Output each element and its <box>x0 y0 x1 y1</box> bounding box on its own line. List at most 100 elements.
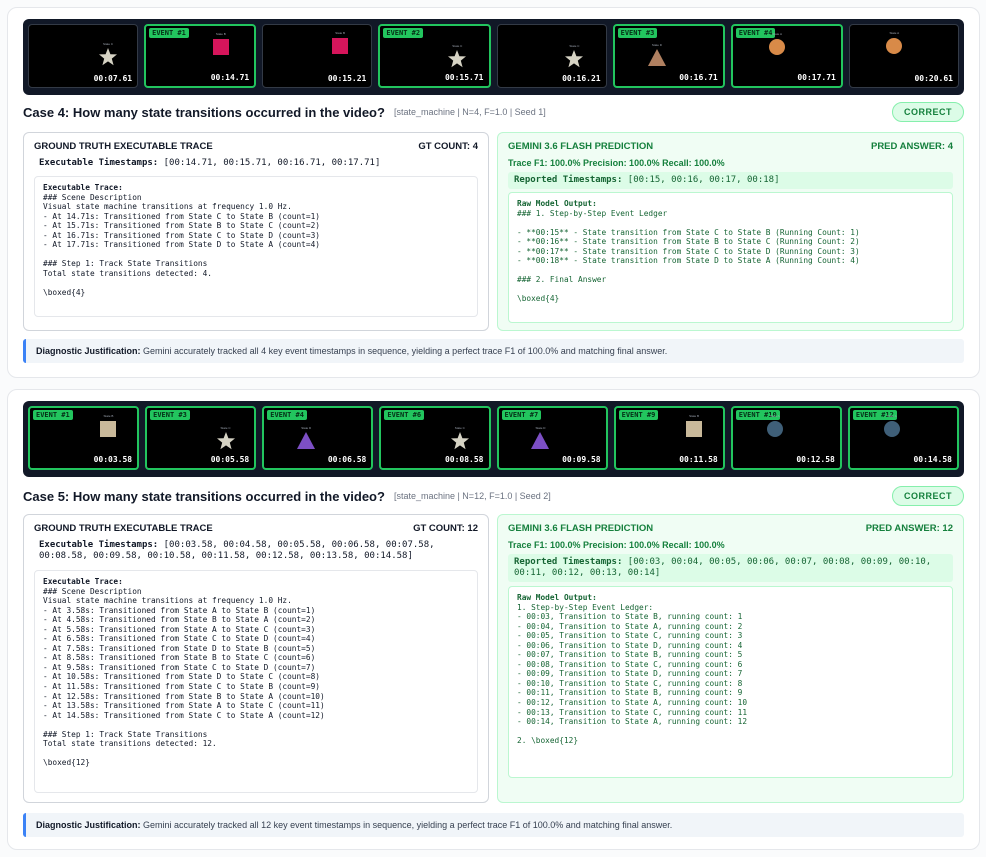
case-meta: [state_machine | N=12, F=1.0 | Seed 2] <box>393 491 551 501</box>
state-shape: State C <box>96 42 120 68</box>
model-output-box: Raw Model Output: ### 1. Step-by-Step Eve… <box>508 192 953 323</box>
frame-timestamp: 00:03.58 <box>93 455 133 464</box>
state-shape: State A <box>765 32 789 58</box>
gt-trace-heading: Executable Trace: <box>43 577 123 586</box>
case-header: Case 5: How many state transitions occur… <box>23 486 964 506</box>
model-output-text: ### 1. Step-by-Step Event Ledger - **00:… <box>517 208 860 304</box>
state-shape: State B <box>209 32 233 58</box>
gt-panel-header: GROUND TRUTH EXECUTABLE TRACE GT COUNT: … <box>34 523 478 534</box>
reported-timestamps: Reported Timestamps: [00:15, 00:16, 00:1… <box>508 172 953 189</box>
state-shape: State C <box>448 426 472 452</box>
star-icon <box>565 49 584 67</box>
gt-timestamps: Executable Timestamps: [00:14.71, 00:15.… <box>39 158 381 168</box>
circle-icon <box>886 38 903 55</box>
state-shape: State D <box>294 426 318 452</box>
event-badge: EVENT #4 <box>267 410 307 420</box>
gt-trace-heading: Executable Trace: <box>43 183 123 192</box>
gt-trace-box: Executable Trace: ### Scene Description V… <box>34 176 478 317</box>
frame-timestamp: 00:20.61 <box>914 74 953 83</box>
case-card: EVENT #1 State B 00:03.58 EVENT #3 State C 00… <box>7 389 980 850</box>
video-frame: EVENT #1 State B 00:14.71 <box>144 24 257 88</box>
video-frame: EVENT #7 State D 00:09.58 <box>496 406 608 470</box>
frame-timestamp: 00:08.58 <box>444 455 484 464</box>
square-icon <box>332 38 349 55</box>
state-shape: State C <box>214 426 238 452</box>
video-frame: EVENT #9 State B 00:11.58 <box>613 406 725 470</box>
video-frame: State B 00:15.21 <box>262 24 373 88</box>
triangle-icon <box>297 432 316 449</box>
pred-answer: PRED ANSWER: 12 <box>865 523 953 534</box>
frame-timestamp: 00:15.71 <box>444 73 484 82</box>
gt-timestamps: Executable Timestamps: [00:03.58, 00:04.… <box>39 540 435 561</box>
state-shape: State A <box>880 414 904 440</box>
ground-truth-panel: GROUND TRUTH EXECUTABLE TRACE GT COUNT: … <box>23 132 489 331</box>
video-frame: EVENT #10 State A 00:12.58 <box>730 406 842 470</box>
state-shape: State B <box>96 414 120 440</box>
model-output-heading: Raw Model Output: <box>517 199 597 208</box>
frame-timestamp: 00:16.71 <box>679 73 718 82</box>
frame-strip: State C 00:07.61 EVENT #1 State B 00:14.71 St… <box>23 19 964 95</box>
star-icon <box>99 48 118 66</box>
gt-trace-text: ### Scene Description Visual state machi… <box>43 586 325 768</box>
video-frame: State A 00:20.61 <box>848 24 959 88</box>
verdict-badge: CORRECT <box>892 486 964 506</box>
video-frame: State C 00:16.21 <box>496 24 607 88</box>
gt-trace-box: Executable Trace: ### Scene Description V… <box>34 570 478 793</box>
pred-answer: PRED ANSWER: 4 <box>870 141 953 152</box>
event-badge: EVENT #1 <box>33 410 73 420</box>
frame-timestamp: 00:12.58 <box>796 455 835 464</box>
prediction-panel: GEMINI 3.6 FLASH PREDICTION PRED ANSWER:… <box>497 132 964 331</box>
model-output-heading: Raw Model Output: <box>517 593 597 602</box>
event-badge: EVENT #9 <box>618 410 659 420</box>
event-badge: EVENT #3 <box>617 28 658 38</box>
triangle-icon <box>531 432 550 449</box>
video-frame: EVENT #3 State C 00:05.58 <box>145 406 257 470</box>
prediction-panel: GEMINI 3.6 FLASH PREDICTION PRED ANSWER:… <box>497 514 964 803</box>
video-frame: EVENT #12 State A 00:14.58 <box>847 406 959 470</box>
state-shape: State B <box>328 31 352 57</box>
circle-icon <box>769 39 786 55</box>
pred-heading: GEMINI 3.6 FLASH PREDICTION <box>508 523 654 534</box>
gt-panel-header: GROUND TRUTH EXECUTABLE TRACE GT COUNT: … <box>34 141 478 152</box>
star-icon <box>448 50 467 68</box>
event-badge: EVENT #3 <box>150 410 190 420</box>
frame-timestamp: 00:09.58 <box>562 455 601 464</box>
case-meta: [state_machine | N=4, F=1.0 | Seed 1] <box>393 107 546 117</box>
video-frame: EVENT #3 State D 00:16.71 <box>612 24 725 88</box>
state-shape: State D <box>645 43 669 69</box>
gt-count: GT COUNT: 12 <box>413 523 478 534</box>
triangle-icon <box>647 48 666 66</box>
reported-timestamps: Reported Timestamps: [00:03, 00:04, 00:0… <box>508 554 953 582</box>
frame-timestamp: 00:05.58 <box>210 455 250 464</box>
state-shape: State A <box>882 31 906 57</box>
verdict-badge: CORRECT <box>892 102 964 122</box>
frame-timestamp: 00:14.58 <box>913 455 952 464</box>
gt-heading: GROUND TRUTH EXECUTABLE TRACE <box>34 141 213 152</box>
model-output-box: Raw Model Output: 1. Step-by-Step Event L… <box>508 586 953 778</box>
star-icon <box>216 432 235 450</box>
state-shape: State C <box>445 44 469 70</box>
pred-metrics: Trace F1: 100.0% Precision: 100.0% Recal… <box>508 540 725 550</box>
ground-truth-panel: GROUND TRUTH EXECUTABLE TRACE GT COUNT: … <box>23 514 489 803</box>
diagnostic-justification: Diagnostic Justification: Gemini accurat… <box>23 813 964 837</box>
case-title: Case 4: How many state transitions occur… <box>23 104 385 120</box>
state-shape: State C <box>562 44 586 70</box>
event-badge: EVENT #2 <box>383 28 424 38</box>
frame-timestamp: 00:07.61 <box>93 74 133 83</box>
state-shape: State D <box>528 426 552 452</box>
event-badge: EVENT #6 <box>384 410 425 420</box>
square-icon <box>100 421 117 437</box>
square-icon <box>686 421 703 437</box>
pred-heading: GEMINI 3.6 FLASH PREDICTION <box>508 141 654 152</box>
frame-timestamp: 00:15.21 <box>327 74 367 83</box>
case-header: Case 4: How many state transitions occur… <box>23 102 964 122</box>
frame-timestamp: 00:06.58 <box>327 455 367 464</box>
pred-metrics: Trace F1: 100.0% Precision: 100.0% Recal… <box>508 158 725 168</box>
diagnostic-justification: Diagnostic Justification: Gemini accurat… <box>23 339 964 363</box>
star-icon <box>450 432 469 450</box>
case-title: Case 5: How many state transitions occur… <box>23 488 385 504</box>
gt-heading: GROUND TRUTH EXECUTABLE TRACE <box>34 523 213 534</box>
gt-trace-text: ### Scene Description Visual state machi… <box>43 192 320 298</box>
circle-icon <box>766 421 783 437</box>
gt-count: GT COUNT: 4 <box>418 141 478 152</box>
